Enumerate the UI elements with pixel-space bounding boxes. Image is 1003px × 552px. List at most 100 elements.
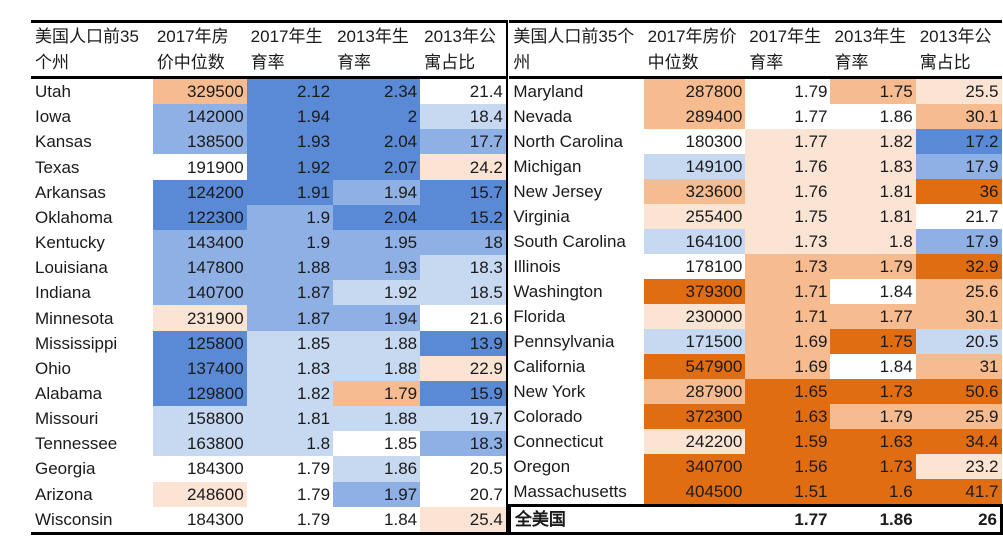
data-table: 美国人口前35 个州 2017年房 价中位数 2017年生 育率 2013年生 育率 2013年… (31, 20, 1003, 535)
value-cell: 1.91 (246, 179, 334, 205)
column-header-line: 寓占比 (919, 53, 971, 72)
state-name-cell: Arizona (35, 484, 93, 504)
value-cell: 340700 (643, 454, 746, 479)
value-cell: 30.1 (915, 304, 1002, 329)
value-cell: 1.65 (745, 379, 831, 404)
table-row: Texas 191900 1.92 2.07 24.2 (31, 154, 507, 180)
table-row: Iowa 142000 1.94 2 18.4 (31, 104, 507, 130)
state-name-cell: Pennsylvania (513, 332, 615, 351)
table-row: Wisconsin 184300 1.79 1.84 25.4 (31, 506, 507, 534)
value-cell: 1.79 (333, 380, 421, 407)
table-row: North Carolina 180300 1.77 1.82 17.2 (509, 129, 1002, 154)
value-cell: 1.82 (246, 380, 334, 407)
table-row: Indiana 140700 1.87 1.92 18.5 (31, 280, 507, 306)
state-name-cell: Tennessee (35, 434, 118, 454)
state-name-cell: Washington (513, 282, 603, 301)
value-cell: 1.73 (745, 229, 831, 254)
column-header: 2017年生 育率 (247, 22, 333, 78)
table-row: Nevada 289400 1.77 1.86 30.1 (509, 104, 1002, 129)
value-cell: 1.69 (745, 354, 831, 379)
column-header-line: 2017年生 (250, 27, 323, 46)
table-row: Missouri 158800 1.81 1.88 19.7 (31, 406, 507, 432)
column-header-line: 2017年生 (749, 27, 822, 46)
value-cell: 1.87 (246, 280, 334, 306)
value-cell: 1.84 (333, 506, 421, 534)
table-row: Kansas 138500 1.93 2.04 17.7 (31, 129, 507, 155)
table-row: Michigan 149100 1.76 1.83 17.9 (509, 154, 1002, 179)
value-cell: 1.86 (830, 104, 916, 129)
value-cell: 21.4 (420, 77, 507, 105)
value-cell: 25.5 (915, 77, 1002, 104)
value-cell: 140700 (152, 280, 247, 306)
value-cell: 1.77 (830, 304, 916, 329)
state-name-cell: Kentucky (35, 233, 105, 253)
value-cell: 122300 (152, 204, 247, 230)
value-cell: 1.94 (333, 179, 421, 205)
state-name-cell: Texas (35, 157, 80, 177)
value-cell: 41.7 (915, 479, 1002, 506)
value-cell: 25.6 (915, 279, 1002, 304)
state-name-cell: Kansas (35, 132, 92, 152)
state-name-cell: Ohio (35, 358, 71, 378)
value-cell: 1.9 (246, 204, 334, 230)
value-cell: 1.97 (333, 481, 421, 507)
value-cell: 1.6 (830, 479, 916, 506)
value-cell: 372300 (643, 404, 746, 429)
value-cell: 230000 (643, 304, 746, 329)
column-header: 2013年公 寓占比 (420, 22, 507, 78)
column-header-line: 育率 (250, 53, 285, 72)
value-cell: 1.71 (745, 279, 831, 304)
state-name-cell: Colorado (513, 407, 583, 426)
table-row: Washington 379300 1.71 1.84 25.6 (509, 279, 1002, 304)
value-cell: 32.9 (915, 254, 1002, 279)
state-name-cell: Nevada (513, 107, 572, 126)
value-cell: 1.86 (333, 456, 421, 482)
value-cell: 34.4 (915, 429, 1002, 454)
table-row: Mississippi 125800 1.85 1.88 13.9 (31, 330, 507, 356)
column-header-line: 美国人口前35 (35, 27, 139, 46)
value-cell: 1.93 (246, 129, 334, 155)
value-cell: 1.56 (745, 454, 831, 479)
table-row: Arizona 248600 1.79 1.97 20.7 (31, 481, 507, 507)
column-header: 美国人口前35个州 (509, 22, 643, 78)
state-name-cell: Louisiana (35, 258, 108, 278)
value-cell: 1.63 (830, 429, 916, 454)
value-cell: 1.83 (830, 154, 916, 179)
value-cell: 1.8 (246, 431, 334, 457)
value-cell: 21.6 (420, 305, 507, 331)
value-cell: 18.3 (420, 431, 507, 457)
value-cell: 1.88 (333, 330, 421, 356)
table-row: Oklahoma 122300 1.9 2.04 15.2 (31, 204, 507, 230)
header-row: 美国人口前35个州2017年房价中位数2017年生育率2013年生育率2013年… (509, 21, 1002, 78)
value-cell: 404500 (643, 479, 746, 506)
value-cell: 18 (420, 229, 507, 256)
column-header-line: 价中位数 (156, 53, 225, 72)
value-cell: 1.84 (830, 354, 916, 379)
value-cell: 124200 (152, 179, 247, 205)
value-cell: 184300 (152, 456, 247, 482)
state-name-cell: Alabama (35, 383, 103, 403)
state-name-cell: Missouri (35, 409, 99, 429)
value-cell: 15.7 (420, 179, 507, 205)
value-cell: 1.59 (745, 429, 831, 454)
value-cell: 1.75 (745, 204, 831, 229)
value-cell: 25.9 (915, 404, 1002, 429)
value-cell: 255400 (643, 204, 746, 229)
table-row: Tennessee 163800 1.8 1.85 18.3 (31, 431, 507, 457)
value-cell: 1.79 (246, 506, 334, 534)
column-header-line: 个州 (35, 53, 69, 72)
value-cell: 20.5 (420, 456, 507, 482)
value-cell: 2 (333, 104, 421, 130)
value-cell: 1.9 (246, 229, 334, 256)
value-cell: 191900 (152, 154, 247, 180)
value-cell: 1.94 (246, 104, 334, 130)
state-name-cell: Connecticut (513, 432, 604, 451)
value-cell: 17.9 (915, 154, 1002, 179)
column-header: 2017年房价中位数 (153, 22, 247, 78)
value-cell: 1.71 (745, 304, 831, 329)
value-cell: 147800 (152, 255, 247, 281)
state-name-cell: Oregon (513, 457, 571, 476)
column-header-line: 2017年房价 (647, 27, 737, 46)
value-cell: 1.82 (830, 129, 916, 154)
column-header: 2013年公 寓占比 (916, 22, 1002, 78)
